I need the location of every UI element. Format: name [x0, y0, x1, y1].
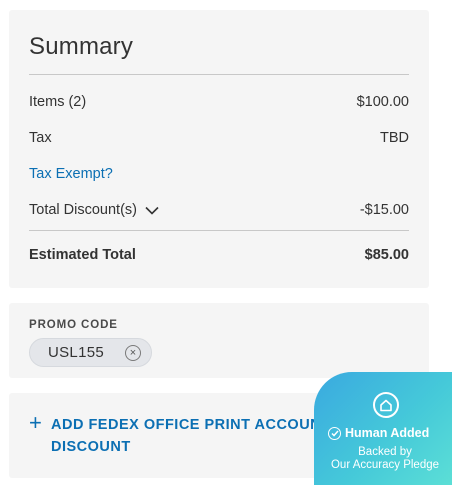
- chevron-down-icon: [145, 206, 159, 215]
- human-added-badge[interactable]: Human Added Backed by Our Accuracy Pledg…: [314, 372, 452, 485]
- estimated-total-label: Estimated Total: [29, 247, 136, 263]
- discount-row: Total Discount(s) -$15.00: [29, 200, 409, 220]
- plus-icon[interactable]: +: [29, 412, 42, 434]
- discount-value: -$15.00: [359, 202, 409, 218]
- order-summary-card: Summary Items (2) $100.00 Tax TBD Tax Ex…: [9, 10, 429, 288]
- tax-row: Tax TBD: [29, 128, 409, 148]
- badge-line-1: Backed by: [358, 446, 412, 458]
- discount-label: Total Discount(s): [29, 202, 137, 218]
- badge-title-row: Human Added: [328, 426, 429, 440]
- promo-code-value: USL155: [48, 344, 105, 361]
- estimated-total-value: $85.00: [364, 247, 409, 263]
- tax-exempt-row: Tax Exempt?: [29, 164, 409, 184]
- remove-promo-icon[interactable]: ×: [125, 345, 141, 361]
- promo-code-card: PROMO CODE USL155 ×: [9, 303, 429, 378]
- summary-divider-top: [29, 74, 409, 75]
- tax-label: Tax: [29, 130, 52, 146]
- promo-code-chip: USL155 ×: [29, 338, 152, 367]
- badge-line-2: Our Accuracy Pledge: [330, 459, 440, 471]
- promo-code-label: PROMO CODE: [29, 319, 118, 331]
- tax-exempt-link[interactable]: Tax Exempt?: [29, 166, 113, 182]
- badge-title: Human Added: [345, 426, 430, 440]
- house-icon: [373, 392, 399, 418]
- discount-toggle[interactable]: Total Discount(s): [29, 202, 159, 218]
- tax-value: TBD: [380, 130, 409, 146]
- estimated-total-row: Estimated Total $85.00: [29, 245, 409, 265]
- check-circle-icon: [328, 426, 341, 440]
- items-label: Items (2): [29, 94, 87, 110]
- badge-subtitle: Backed by Our Accuracy Pledge: [314, 446, 452, 472]
- items-value: $100.00: [356, 94, 409, 110]
- summary-divider-bottom: [29, 230, 409, 231]
- items-row: Items (2) $100.00: [29, 92, 409, 112]
- summary-title: Summary: [29, 33, 134, 60]
